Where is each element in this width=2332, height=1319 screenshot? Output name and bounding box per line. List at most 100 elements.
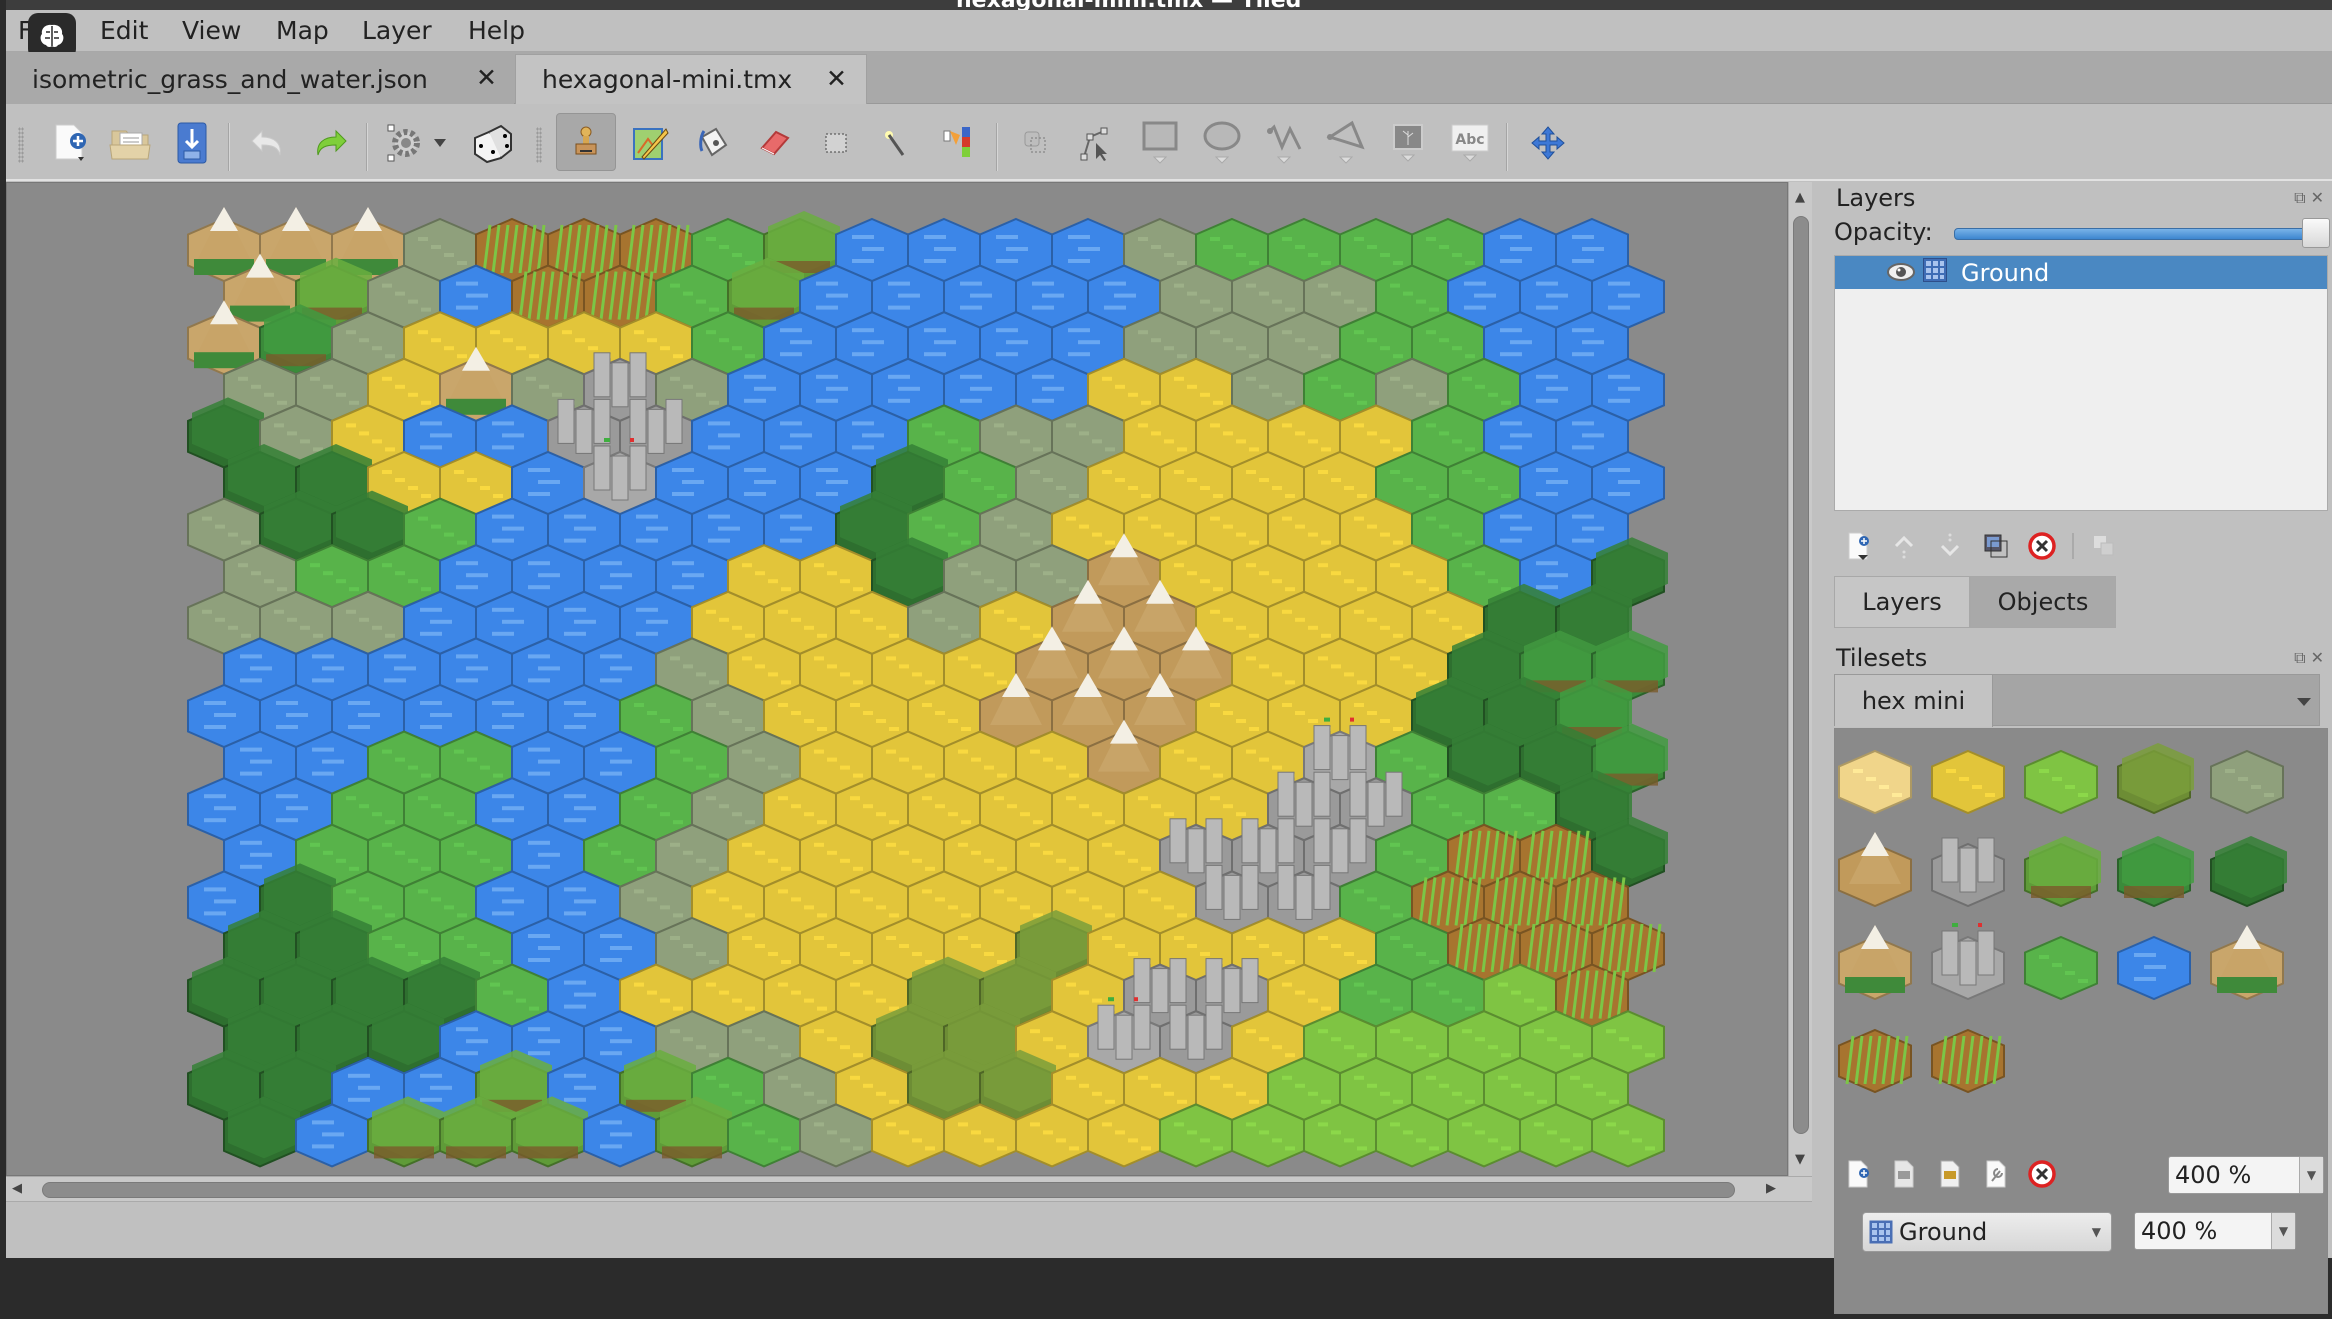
svg-text:Abc: Abc — [1455, 132, 1484, 148]
random-mode-button[interactable] — [468, 119, 516, 167]
insert-text-button[interactable]: Abc — [1446, 119, 1494, 167]
new-file-icon — [55, 124, 86, 161]
hex-map[interactable] — [7, 183, 1788, 1176]
tileset-tile-desert-mountain[interactable] — [1838, 925, 1912, 1001]
opacity-slider-handle[interactable] — [2302, 218, 2330, 248]
eye-icon[interactable] — [1887, 259, 1915, 287]
edit-tileset-button[interactable] — [1980, 1158, 2012, 1190]
remove-tileset-button[interactable] — [2026, 1158, 2058, 1190]
menu-layer[interactable]: Layer — [362, 16, 432, 45]
save-button[interactable] — [168, 119, 216, 167]
tileset-tabs: hex mini — [1834, 674, 2320, 727]
float-icon[interactable]: ⧉ — [2294, 188, 2305, 207]
duplicate-layer-button[interactable] — [1980, 530, 2012, 562]
current-layer-combo[interactable]: Ground ▼ — [1862, 1212, 2112, 1252]
tileset-tile-grass[interactable] — [2024, 935, 2098, 1001]
scroll-left-arrow[interactable]: ◀ — [12, 1181, 22, 1196]
tileset-zoom-select[interactable]: 400 % ▼ — [2168, 1156, 2324, 1194]
tab-layers[interactable]: Layers — [1834, 576, 1970, 628]
vertical-scroll-thumb[interactable] — [1793, 216, 1809, 1134]
new-tileset-button[interactable] — [1842, 1158, 1874, 1190]
insert-polygon-button[interactable] — [1322, 119, 1370, 167]
float-icon[interactable]: ⧉ — [2294, 648, 2305, 667]
terrain-brush-button[interactable] — [626, 119, 674, 167]
toggle-other-layers-button[interactable] — [2088, 530, 2120, 562]
close-icon[interactable]: ✕ — [2311, 188, 2324, 207]
menu-map[interactable]: Map — [276, 16, 329, 45]
tileset-tile-castle[interactable] — [1931, 923, 2005, 1001]
scroll-right-arrow[interactable]: ▶ — [1766, 1181, 1776, 1196]
close-icon[interactable]: ✕ — [826, 64, 847, 93]
close-icon[interactable]: ✕ — [2311, 648, 2324, 667]
new-layer-button[interactable] — [1842, 530, 1874, 562]
undo-button[interactable] — [244, 119, 292, 167]
tileset-tile-grey-mountain[interactable] — [1931, 837, 2005, 908]
move-tool-button[interactable] — [1524, 119, 1572, 167]
eraser-button[interactable] — [750, 119, 798, 167]
chevron-down-icon[interactable]: ▼ — [2271, 1213, 2295, 1249]
menu-help[interactable]: Help — [468, 16, 525, 45]
layer-name: Ground — [1961, 258, 2050, 287]
embed-tileset-button[interactable] — [1888, 1158, 1920, 1190]
tileset-tile-rocky-plain[interactable] — [2210, 749, 2284, 815]
raise-layer-button[interactable] — [1888, 530, 1920, 562]
commands-dropdown[interactable] — [430, 119, 450, 167]
lower-layer-button[interactable] — [1934, 530, 1966, 562]
new-map-button[interactable] — [46, 119, 94, 167]
vertical-scrollbar[interactable]: ▲ ▼ — [1788, 182, 1812, 1176]
toolbar-grip[interactable] — [536, 127, 542, 163]
open-button[interactable] — [106, 119, 154, 167]
tileset-tile-farm-orange[interactable] — [1931, 1028, 2005, 1094]
chevron-down-icon[interactable] — [2297, 691, 2311, 710]
map-canvas[interactable] — [6, 182, 1788, 1176]
tileset-tile-olive-forest[interactable] — [2117, 743, 2194, 815]
toolbar-grip[interactable] — [18, 127, 24, 163]
insert-polyline-button[interactable] — [1260, 119, 1308, 167]
tileset-tile-sand[interactable] — [1838, 749, 1912, 815]
rectangle-select-button[interactable] — [812, 119, 860, 167]
redo-button[interactable] — [306, 119, 354, 167]
commands-button[interactable] — [382, 119, 430, 167]
tileset-tile-savanna[interactable] — [1931, 749, 2005, 815]
stamp-brush-button[interactable] — [556, 113, 616, 171]
insert-ellipse-button[interactable] — [1198, 119, 1246, 167]
tab-isometric-grass-and-water[interactable]: isometric_grass_and_water.json ✕ — [6, 54, 514, 104]
horizontal-scrollbar[interactable]: ◀ ▶ — [6, 1176, 1812, 1202]
tab-objects[interactable]: Objects — [1970, 576, 2116, 628]
chevron-down-icon[interactable]: ▼ — [2299, 1157, 2323, 1193]
tileset-tile-water[interactable] — [2117, 935, 2191, 1001]
map-zoom-select[interactable]: 400 % ▼ — [2134, 1212, 2296, 1250]
magic-wand-button[interactable] — [872, 119, 920, 167]
tileset-tab-hex-mini[interactable]: hex mini — [1835, 675, 1993, 727]
menu-view[interactable]: View — [182, 16, 241, 45]
tileset-tile-desert-mountain-snow[interactable] — [1838, 832, 1912, 908]
tileset-tile-farm-green[interactable] — [1838, 1028, 1912, 1094]
folder-icon — [109, 130, 151, 160]
delete-layer-button[interactable] — [2026, 530, 2058, 562]
scroll-up-arrow[interactable]: ▲ — [1795, 190, 1805, 205]
tab-hexagonal-mini[interactable]: hexagonal-mini.tmx ✕ — [515, 54, 867, 104]
tileset-tile-grass-light[interactable] — [2024, 749, 2098, 815]
tileset-tile-grass-hill[interactable] — [2024, 836, 2101, 908]
close-icon[interactable]: ✕ — [476, 63, 497, 92]
menu-edit[interactable]: Edit — [100, 16, 148, 45]
opacity-slider[interactable] — [1954, 228, 2314, 240]
layers-list[interactable]: Ground — [1834, 255, 2328, 511]
tile-layer-icon — [1923, 257, 1947, 288]
layer-row-ground[interactable]: Ground — [1835, 256, 2327, 289]
tileset-tile-snow-mountain-forest[interactable] — [2210, 925, 2284, 1001]
tileset-tile-pine-forest[interactable] — [2210, 836, 2287, 908]
export-tileset-button[interactable] — [1934, 1158, 1966, 1190]
tileset-actions — [1842, 1158, 2058, 1190]
edit-polygons-button[interactable] — [1072, 119, 1120, 167]
insert-tile-button[interactable] — [1384, 119, 1432, 167]
horizontal-scroll-thumb[interactable] — [42, 1182, 1735, 1198]
select-objects-button[interactable] — [1012, 119, 1060, 167]
text-icon: Abc — [1451, 124, 1489, 162]
tileset-tile-forest-hill[interactable] — [2117, 836, 2194, 908]
scroll-down-arrow[interactable]: ▼ — [1795, 1152, 1805, 1167]
bucket-fill-button[interactable] — [688, 119, 736, 167]
tab-label: isometric_grass_and_water.json — [32, 64, 428, 94]
select-same-tile-button[interactable] — [934, 119, 982, 167]
insert-rectangle-button[interactable] — [1136, 119, 1184, 167]
